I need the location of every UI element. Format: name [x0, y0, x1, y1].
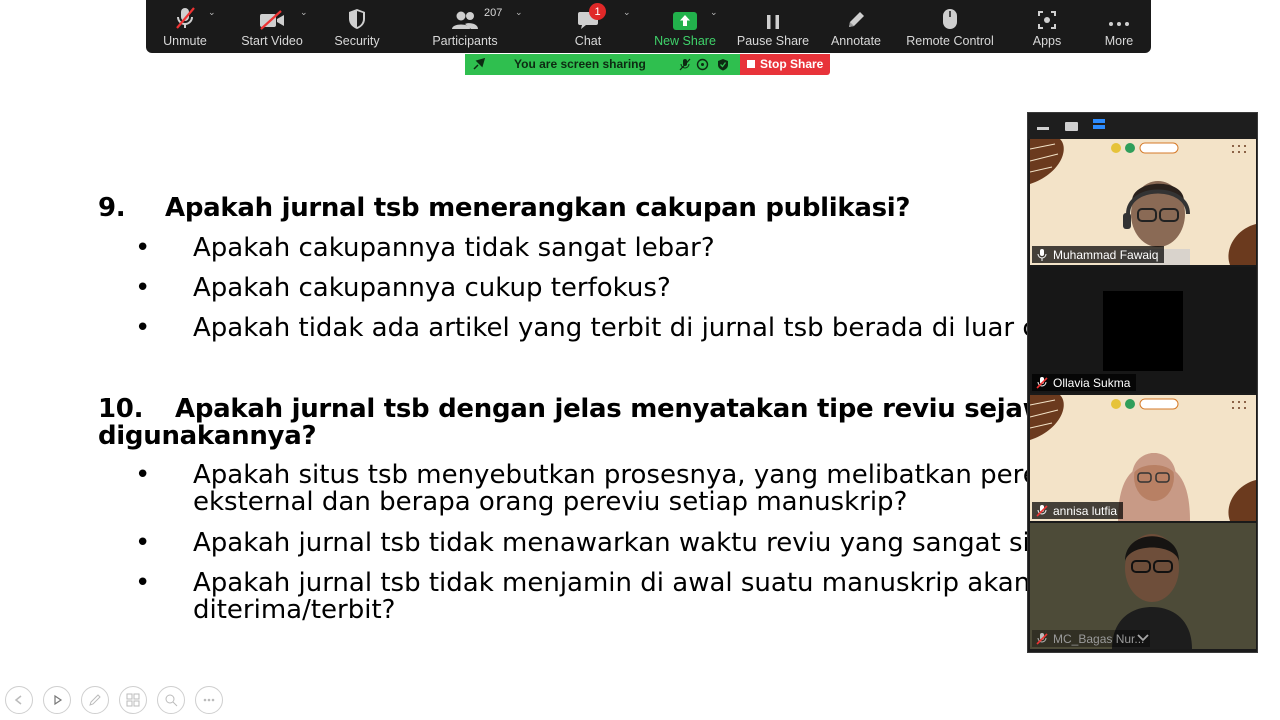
participant-name-tag: Ollavia Sukma [1032, 374, 1137, 391]
new-share-button[interactable]: New Share [653, 0, 717, 53]
q10-bullet-1-line2: eksternal dan berapa orang pereviu setia… [193, 487, 908, 517]
unmute-button[interactable]: Unmute [160, 0, 210, 53]
chat-options-caret[interactable]: ⌄ [623, 8, 631, 18]
video-panel: Muhammad Fawaiq Ollavia Sukma annisa lut… [1027, 112, 1258, 653]
video-options-caret[interactable]: ⌄ [300, 8, 308, 18]
q9-bullet-3: Apakah tidak ada artikel yang terbit di … [193, 313, 1028, 343]
slide-grid-button[interactable] [119, 686, 147, 714]
pen-icon [89, 694, 101, 706]
q10-heading-line2: digunakannya? [98, 421, 317, 451]
pencil-icon [836, 0, 876, 30]
video-tile-annisa-lutfia[interactable]: annisa lutfia [1030, 395, 1256, 521]
participant-name-tag: Muhammad Fawaiq [1032, 246, 1165, 263]
video-off-placeholder [1103, 291, 1183, 371]
bullet: • [135, 568, 151, 598]
apps-button[interactable]: Apps [1027, 0, 1067, 53]
unmute-options-caret[interactable]: ⌄ [208, 8, 216, 18]
more-dots-icon [203, 698, 215, 702]
shield-icon [337, 0, 377, 30]
bullet: • [135, 273, 151, 303]
muted-mic-icon [1036, 376, 1048, 389]
leaf-decoration-icon [1030, 139, 1064, 184]
leaf-decoration-icon [1228, 224, 1256, 265]
participant-count: 207 [484, 7, 503, 19]
pause-share-button[interactable]: Pause Share [737, 0, 809, 53]
video-tile-ollavia-sukma[interactable]: Ollavia Sukma [1030, 267, 1256, 393]
bullet: • [135, 233, 151, 263]
apps-icon [1027, 0, 1067, 30]
q10-bullet-3-line1: Apakah jurnal tsb tidak menjamin di awal… [193, 568, 1028, 598]
security-shield-small-icon[interactable] [717, 58, 729, 71]
chat-unread-badge: 1 [589, 3, 606, 20]
slides-grid-icon [126, 693, 140, 707]
q9-heading: Apakah jurnal tsb menerangkan cakupan pu… [165, 193, 911, 223]
participant-name-tag: annisa lutfia [1032, 502, 1124, 519]
q10-number: 10. [98, 394, 144, 424]
mouse-icon [930, 0, 970, 30]
muted-mic-icon [1036, 632, 1048, 645]
video-tile-muhammad-fawaiq[interactable]: Muhammad Fawaiq [1030, 139, 1256, 265]
participant-name-tag: MC_Bagas Nur... [1032, 630, 1151, 647]
sharing-status-text: You are screen sharing [514, 57, 646, 71]
security-button[interactable]: Security [334, 0, 380, 53]
q10-bullet-2: Apakah jurnal tsb tidak menawarkan waktu… [193, 528, 1028, 558]
dot-pattern-icon [1232, 145, 1246, 153]
muted-mic-icon [1036, 504, 1048, 517]
share-screen-icon [665, 0, 705, 30]
active-speaker-mic-icon [1037, 248, 1047, 261]
q9-bullet-1: Apakah cakupannya tidak sangat lebar? [193, 233, 715, 263]
remote-control-button[interactable]: Remote Control [904, 0, 996, 53]
more-options-button[interactable] [195, 686, 223, 714]
next-slide-button[interactable] [43, 686, 71, 714]
leaf-decoration-icon [1228, 480, 1256, 521]
video-off-icon [252, 0, 292, 30]
share-options-caret[interactable]: ⌄ [710, 8, 718, 18]
q9-bullet-2: Apakah cakupannya cukup terfokus? [193, 273, 671, 303]
muted-mic-small-icon[interactable] [679, 58, 691, 71]
arrow-left-icon [14, 695, 22, 705]
pause-icon [753, 0, 793, 30]
single-view-icon[interactable] [1065, 122, 1078, 131]
q10-bullet-1-line1: Apakah situs tsb menyebutkan prosesnya, … [193, 460, 1028, 490]
screen-sharing-bar[interactable]: You are screen sharing [465, 54, 740, 75]
participants-icon [445, 0, 485, 30]
zoom-slide-button[interactable] [157, 686, 185, 714]
minimize-icon[interactable] [1037, 125, 1049, 130]
bullet: • [135, 528, 151, 558]
video-tile-mc-bagas[interactable]: MC_Bagas Nur... [1030, 523, 1256, 649]
start-video-button[interactable]: Start Video [241, 0, 303, 53]
muted-mic-icon [165, 0, 205, 30]
timer-icon[interactable] [696, 58, 709, 71]
video-panel-header[interactable] [1028, 113, 1257, 139]
q10-heading-line1: Apakah jurnal tsb dengan jelas menyataka… [175, 394, 1028, 424]
more-dots-icon [1099, 0, 1139, 30]
event-logos-icon [1111, 142, 1179, 154]
meeting-toolbar: Unmute ⌄ Start Video ⌄ Security Particip… [146, 0, 1151, 53]
q9-number: 9. [98, 193, 126, 223]
drag-handle-icon[interactable] [473, 58, 485, 70]
annotate-button[interactable]: Annotate [826, 0, 886, 53]
more-button[interactable]: More [1099, 0, 1139, 53]
pen-tool-button[interactable] [81, 686, 109, 714]
dot-pattern-icon [1232, 401, 1246, 409]
gallery-strip-icon[interactable] [1093, 119, 1105, 133]
shared-slide: 9. Apakah jurnal tsb menerangkan cakupan… [0, 80, 1028, 680]
event-logos-icon [1111, 398, 1179, 410]
stop-share-button[interactable]: Stop Share [740, 54, 830, 75]
previous-slide-button[interactable] [5, 686, 33, 714]
play-right-icon [54, 694, 63, 706]
stop-square-icon [747, 60, 755, 68]
bullet: • [135, 460, 151, 490]
bullet: • [135, 313, 151, 343]
q10-bullet-3-line2: diterima/terbit? [193, 595, 396, 625]
magnifier-icon [165, 694, 178, 707]
leaf-decoration-icon [1030, 395, 1064, 440]
participants-options-caret[interactable]: ⌄ [515, 8, 523, 18]
